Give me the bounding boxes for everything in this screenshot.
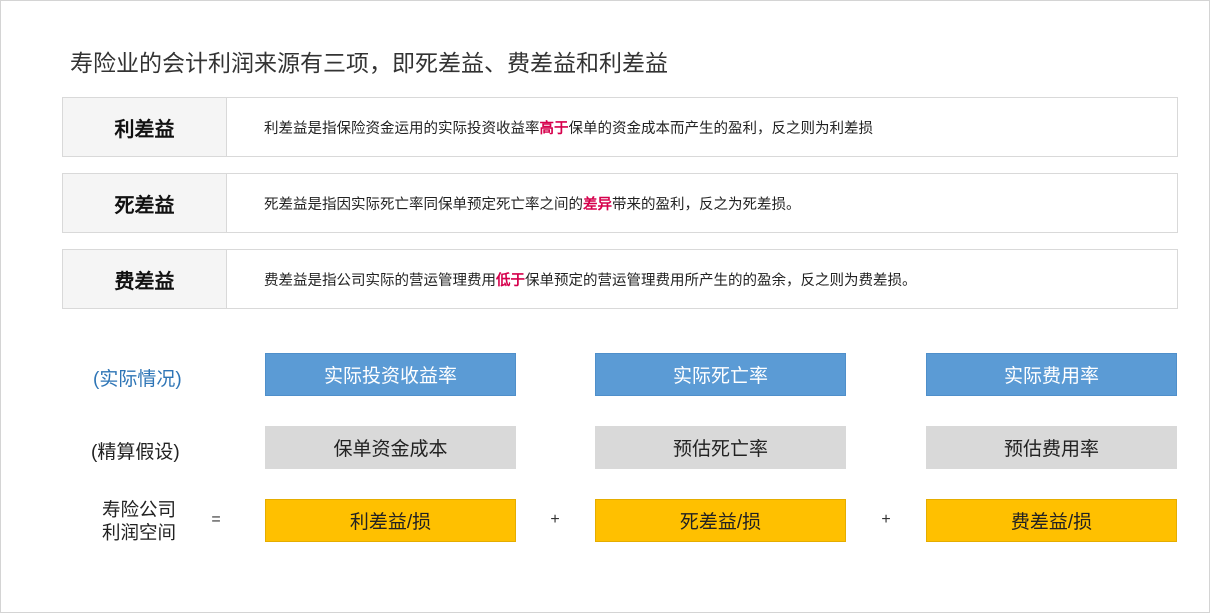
definition-highlight: 差异 [583,196,612,213]
equals-sign: = [211,511,221,528]
plus-sign: + [550,511,560,528]
definition-term: 利差益 [63,98,227,156]
definition-row-interest: 利差益 利差益是指保险资金运用的实际投资收益率 高于 保单的资金成本而产生的盈利，反… [62,97,1178,157]
definition-term: 费差益 [63,250,227,308]
definition-text: 利差益是指保险资金运用的实际投资收益率 高于 保单的资金成本而产生的盈利，反之则为利… [227,98,873,156]
actual-investment-yield-box: 实际投资收益率 [265,353,516,396]
actual-mortality-box: 实际死亡率 [595,353,846,396]
actual-row-label: (实际情况) [93,369,182,390]
profit-row-label: 寿险公司 利润空间 [97,498,181,544]
actual-expense-box: 实际费用率 [926,353,1177,396]
profit-label-line1: 寿险公司 [101,499,176,520]
profit-label-line2: 利润空间 [101,522,176,543]
mortality-gain-loss-box: 死差益/损 [595,499,846,542]
assumption-row-label: (精算假设) [91,442,180,463]
expected-expense-box: 预估费用率 [926,426,1177,469]
definition-highlight: 低于 [496,272,525,289]
interest-gain-loss-box: 利差益/损 [265,499,516,542]
definition-text-after: 带来的盈利，反之为死差损。 [612,196,801,213]
definition-text-after: 保单的资金成本而产生的盈利，反之则为利差损 [568,120,874,137]
definition-text-before: 死差益是指因实际死亡率同保单预定死亡率之间的 [264,196,583,213]
definition-text: 死差益是指因实际死亡率同保单预定死亡率之间的 差异 带来的盈利，反之为死差损。 [227,174,801,232]
expense-gain-loss-box: 费差益/损 [926,499,1177,542]
definition-row-expense: 费差益 费差益是指公司实际的营运管理费用 低于 保单预定的营运管理费用所产生的的盈余… [62,249,1178,309]
definition-text-before: 费差益是指公司实际的营运管理费用 [264,272,496,289]
definition-row-mortality: 死差益 死差益是指因实际死亡率同保单预定死亡率之间的 差异 带来的盈利，反之为死差损… [62,173,1178,233]
definition-highlight: 高于 [539,120,569,137]
definition-text-before: 利差益是指保险资金运用的实际投资收益率 [264,120,540,137]
definition-term: 死差益 [63,174,227,232]
definition-text-after: 保单预定的营运管理费用所产生的的盈余，反之则为费差损。 [525,272,917,289]
expected-mortality-box: 预估死亡率 [595,426,846,469]
definition-text: 费差益是指公司实际的营运管理费用 低于 保单预定的营运管理费用所产生的的盈余，反之则… [227,250,917,308]
policy-capital-cost-box: 保单资金成本 [265,426,516,469]
page-title: 寿险业的会计利润来源有三项，即死差益、费差益和利差益 [70,50,668,76]
plus-sign: + [881,511,891,528]
